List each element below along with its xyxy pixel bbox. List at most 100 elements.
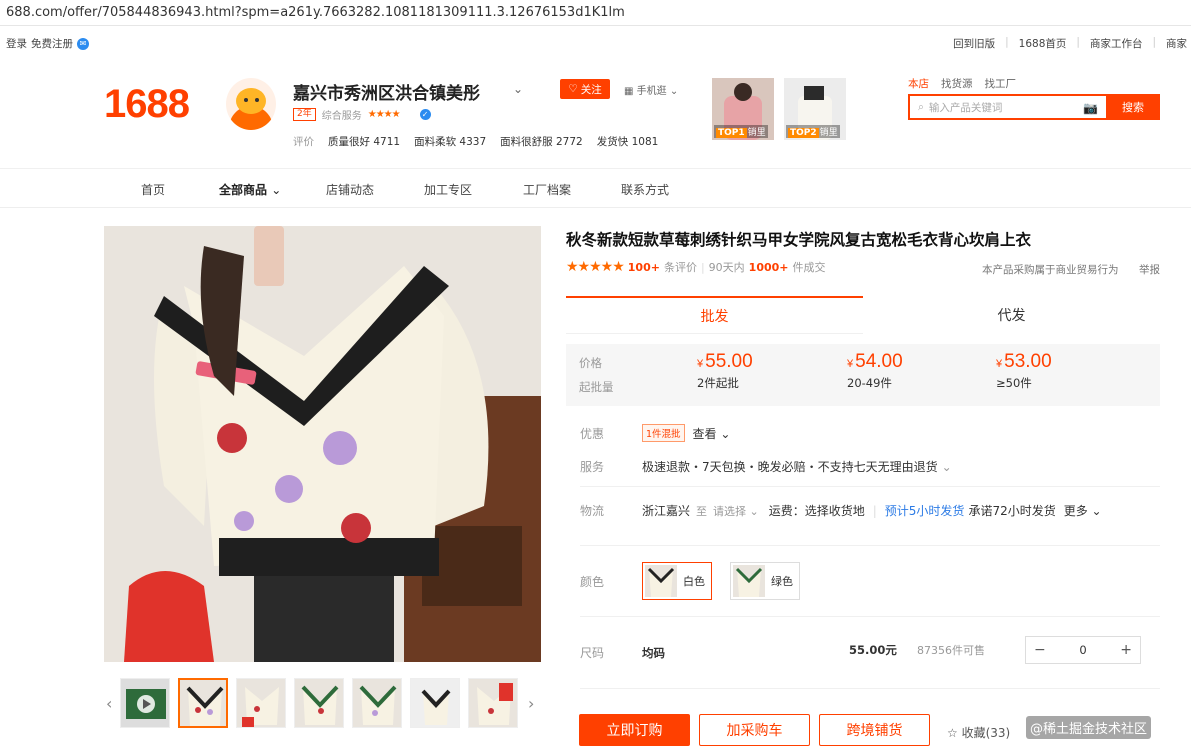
moq-label: 起批量: [579, 380, 614, 394]
search-icon: ⌕: [918, 100, 924, 113]
verified-icon: ✓: [419, 109, 431, 120]
shipping-fee: 运费：选择收货地: [768, 504, 865, 518]
tab-dropship[interactable]: 代发: [863, 296, 1160, 334]
product-title: 秋冬新款短款草莓刺绣针织马甲女学院风复古宽松毛衣背心坎肩上衣: [566, 230, 1032, 249]
color-option-white[interactable]: 白色: [642, 562, 712, 600]
site-logo[interactable]: 1688: [104, 82, 190, 127]
workbench-link[interactable]: 商家工作台: [1090, 36, 1143, 51]
stock-count: 87356件可售: [917, 644, 985, 657]
nav-news[interactable]: 店铺动态: [326, 181, 374, 198]
plus-button[interactable]: +: [1120, 642, 1132, 658]
top-product-thumb[interactable]: TOP2 销里: [784, 78, 846, 140]
thumbnail-strip: ‹ ›: [104, 676, 541, 734]
register-link[interactable]: 免费注册: [31, 36, 73, 51]
promo-row: 优惠 1件混批 查看 ⌄: [580, 424, 730, 442]
qr-icon: ▦: [624, 86, 634, 97]
service-text[interactable]: 极速退款・7天包换・晚发必赔・不支持七天无理由退货: [642, 458, 938, 475]
merchant-link[interactable]: 商家: [1166, 36, 1187, 51]
shop-evaluations: 评价 质量很好 4711 面料柔软 4337 面料很舒服 2772 发货快 10…: [293, 134, 658, 149]
more-link[interactable]: 更多 ⌄: [1064, 502, 1102, 519]
color-option-green[interactable]: 绿色: [730, 562, 800, 600]
promo-view-link[interactable]: 查看 ⌄: [693, 425, 731, 442]
video-thumb[interactable]: [120, 678, 170, 728]
home-link[interactable]: 1688首页: [1019, 36, 1067, 51]
star-icon: ☆: [947, 726, 958, 740]
service-stars: ★★★★: [367, 109, 401, 120]
favorite-button[interactable]: ☆ 收藏(33): [947, 724, 1010, 741]
nav-processing[interactable]: 加工专区: [424, 181, 472, 198]
chevron-down-icon[interactable]: ⌄: [942, 460, 952, 474]
top-product-thumb[interactable]: TOP1 销里: [712, 78, 774, 140]
image-thumb[interactable]: [410, 678, 460, 728]
promise-text: 承诺72小时发货: [968, 504, 1056, 518]
follow-button[interactable]: ♡ 关注: [560, 79, 610, 99]
image-thumb[interactable]: [294, 678, 344, 728]
size-price: 55.00元: [849, 643, 897, 657]
chevron-down-icon: ⌄: [271, 183, 282, 197]
chevron-right-icon[interactable]: ›: [528, 694, 534, 713]
shop-name[interactable]: 嘉兴市秀洲区洪合镇美彤: [293, 79, 480, 104]
price-label: 价格: [579, 356, 602, 370]
mobile-link[interactable]: ▦ 手机逛 ⌄: [624, 82, 678, 97]
destination-select[interactable]: 请选择 ⌄: [713, 503, 759, 519]
top-rank-label: TOP1 销里: [714, 125, 768, 138]
year-badge: 2年: [293, 108, 316, 121]
quantity-value[interactable]: 0: [1079, 643, 1086, 657]
size-value: 均码: [642, 645, 665, 660]
message-icon[interactable]: ✉: [77, 37, 89, 50]
logistics-row: 物流 浙江嘉兴 至 请选择 ⌄ 运费：选择收货地 | 预计5小时发货 承诺72小…: [580, 502, 1102, 519]
search-scope-tabs: 本店 找货源 找工厂: [908, 76, 1016, 91]
tab-this-shop[interactable]: 本店: [908, 76, 929, 91]
quantity-stepper[interactable]: − 0 +: [1025, 636, 1141, 664]
buy-now-button[interactable]: 立即订购: [579, 714, 690, 746]
search-button[interactable]: 搜索: [1106, 94, 1160, 120]
nav-home[interactable]: 首页: [141, 181, 165, 198]
product-rating: ★★★★★ 100+ 条评价 | 90天内 1000+ 件成交: [566, 259, 826, 275]
old-version-link[interactable]: 回到旧版: [953, 36, 995, 51]
review-count[interactable]: 100+: [628, 261, 660, 274]
purchase-mode-tabs: 批发 代发: [566, 296, 1160, 334]
eval-item: 发货快 1081: [596, 136, 659, 148]
product-main-image[interactable]: [104, 226, 541, 662]
sold-count: 1000+: [748, 260, 789, 274]
nav-factory[interactable]: 工厂档案: [523, 181, 571, 198]
chevron-left-icon[interactable]: ‹: [106, 694, 112, 713]
size-row: 尺码 均码: [580, 645, 665, 661]
report-link[interactable]: 举报: [1139, 262, 1160, 277]
eval-item: 面料很舒服 2772: [500, 136, 583, 148]
service-row: 服务 极速退款・7天包换・晚发必赔・不支持七天无理由退货 ⌄: [580, 458, 952, 475]
top-rank-label: TOP2 销里: [786, 125, 840, 138]
origin: 浙江嘉兴: [642, 504, 691, 518]
shop-avatar: [226, 78, 276, 130]
add-to-cart-button[interactable]: 加采购车: [699, 714, 810, 746]
nav-all-products[interactable]: 全部商品 ⌄: [219, 181, 281, 198]
tab-find-source[interactable]: 找货源: [941, 76, 973, 91]
shop-nav: 首页 全部商品 ⌄ 店铺动态 加工专区 工厂档案 联系方式: [0, 168, 1191, 208]
business-note: 本产品采购属于商业贸易行为: [982, 264, 1119, 276]
search-input[interactable]: ⌕ 输入产品关键词 📷: [908, 94, 1106, 120]
service-label: 综合服务: [321, 111, 362, 122]
price-tiers: 价格 起批量 ¥55.00 2件起批 ¥54.00 20-49件 ¥53.00 …: [566, 344, 1160, 406]
image-thumb[interactable]: [178, 678, 228, 728]
chevron-down-icon[interactable]: ⌄: [513, 82, 523, 96]
camera-icon[interactable]: 📷: [1083, 101, 1098, 115]
eval-item: 面料柔软 4337: [414, 136, 487, 148]
nav-contact[interactable]: 联系方式: [621, 181, 669, 198]
tab-wholesale[interactable]: 批发: [566, 296, 863, 334]
promo-tag: 1件混批: [642, 424, 685, 442]
color-row: 颜色 白色 绿色: [580, 562, 818, 600]
price-tier: ¥54.00 20-49件: [847, 351, 903, 390]
image-thumb[interactable]: [236, 678, 286, 728]
rating-stars: ★★★★★: [566, 259, 625, 275]
heart-icon: ♡: [568, 83, 578, 95]
minus-button[interactable]: −: [1034, 642, 1046, 658]
tab-find-factory[interactable]: 找工厂: [985, 76, 1017, 91]
image-thumb[interactable]: [468, 678, 518, 728]
image-thumb[interactable]: [352, 678, 402, 728]
shop-badges: 2年 综合服务 ★★★★ ✓: [293, 107, 431, 122]
eval-label: 评价: [293, 136, 314, 148]
cross-border-button[interactable]: 跨境铺货: [819, 714, 930, 746]
address-bar[interactable]: 688.com/offer/705844836943.html?spm=a261…: [0, 0, 1191, 26]
site-topbar: 登录 免费注册 ✉ 回到旧版 | 1688首页 | 商家工作台 | 商家: [6, 36, 1187, 51]
login-link[interactable]: 登录: [6, 36, 27, 51]
